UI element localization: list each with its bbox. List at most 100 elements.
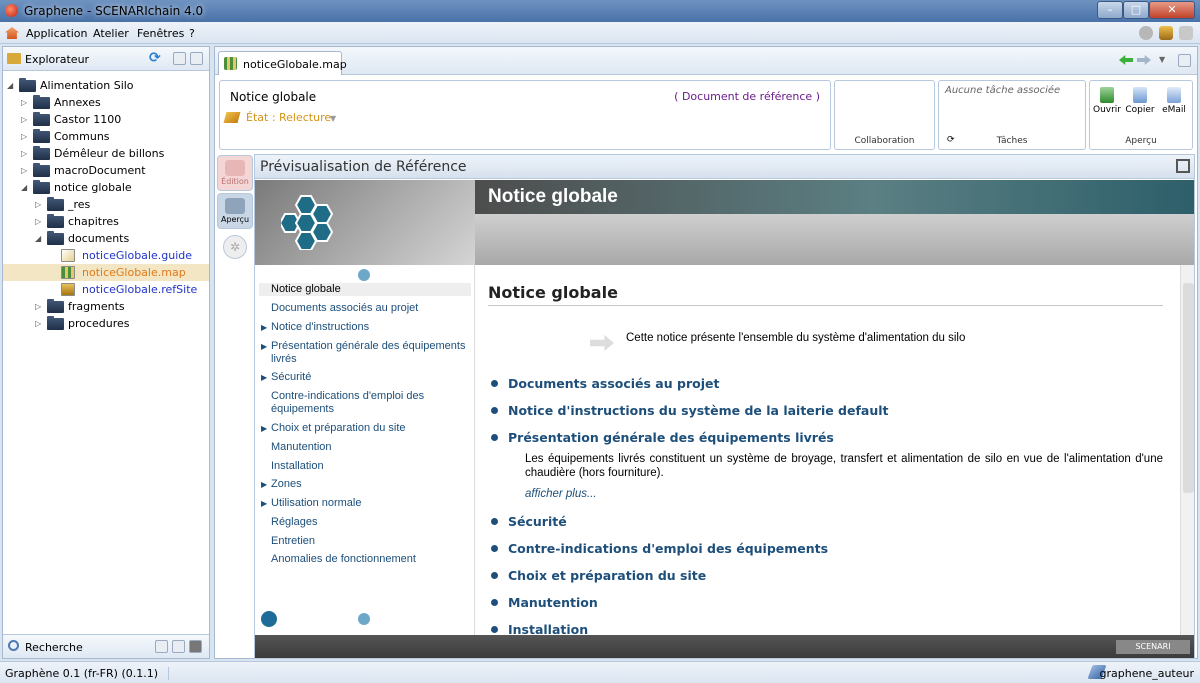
maximize-panel-icon[interactable] [190, 52, 203, 65]
toc-item[interactable]: ▶ Zones [261, 478, 467, 491]
collapsed-arrow-icon[interactable]: ▷ [21, 145, 31, 162]
state-dropdown[interactable]: État : Relecture [246, 111, 331, 124]
forward-arrow-icon[interactable] [1137, 55, 1151, 65]
content-area: Notice globale Cette notice présente l'e… [475, 265, 1180, 635]
menu-application[interactable]: Application [26, 27, 87, 40]
toc-item[interactable]: Réglages [271, 516, 467, 529]
maximize-search-icon[interactable] [172, 640, 185, 653]
reference-document-link[interactable]: ( Document de référence ) [674, 90, 820, 103]
book-icon[interactable] [1159, 26, 1173, 40]
minimize-button[interactable]: – [1097, 1, 1123, 19]
content-section-link[interactable]: Manutention [491, 595, 598, 610]
toc-item[interactable]: Entretien [271, 535, 467, 548]
collapsed-arrow-icon[interactable]: ▷ [21, 128, 31, 145]
restore-panel-icon[interactable] [155, 640, 168, 653]
tree-item[interactable]: ▷ Annexes [3, 94, 209, 111]
content-section-link[interactable]: Sécurité [491, 514, 567, 529]
tree-item[interactable]: ◢ documents [3, 230, 209, 247]
tree-item[interactable]: ▷ Castor 1100 [3, 111, 209, 128]
open-button[interactable]: Ouvrir [1090, 87, 1124, 115]
tree-item[interactable]: ▷ macroDocument [3, 162, 209, 179]
show-more-link[interactable]: afficher plus... [525, 488, 597, 500]
expanded-arrow-icon[interactable]: ◢ [35, 230, 45, 247]
settings-icon[interactable] [1139, 26, 1153, 40]
back-arrow-icon[interactable] [1119, 55, 1133, 65]
collapsed-arrow-icon[interactable]: ▷ [35, 213, 45, 230]
toc-item[interactable]: ▶ Notice d'instructions [261, 321, 467, 334]
tree-item[interactable]: noticeGlobale.guide [3, 247, 209, 264]
toc-expand-icon[interactable]: ▶ [261, 340, 267, 353]
tree-item[interactable]: ▷ Communs [3, 128, 209, 145]
toc-item[interactable]: ▶ Utilisation normale [261, 497, 467, 510]
content-scrollbar[interactable] [1180, 265, 1194, 635]
tab-label: noticeGlobale.map [243, 58, 347, 71]
collapsed-arrow-icon[interactable]: ▷ [35, 196, 45, 213]
tree-item[interactable]: ▷ fragments [3, 298, 209, 315]
menu-atelier[interactable]: Atelier [93, 27, 129, 40]
collapsed-arrow-icon[interactable]: ▷ [35, 298, 45, 315]
maximize-button[interactable]: □ [1123, 1, 1149, 19]
content-section-link[interactable]: Contre-indications d'emploi des équipeme… [490, 541, 828, 556]
collapsed-arrow-icon[interactable]: ▷ [21, 111, 31, 128]
collapsed-arrow-icon[interactable]: ▷ [21, 94, 31, 111]
toc-expand-icon[interactable]: ▶ [261, 422, 267, 435]
edition-view-button[interactable]: Édition [217, 155, 253, 191]
tree-item[interactable]: ◢ notice globale [3, 179, 209, 196]
tree-item[interactable]: ▷ chapitres [3, 213, 209, 230]
menu-help[interactable]: ? [189, 27, 195, 40]
toc-expand-icon[interactable]: ▶ [261, 497, 267, 510]
toc-item[interactable]: Installation [271, 460, 467, 473]
content-section-link[interactable]: Notice d'instructions du système de la l… [491, 403, 889, 418]
toc-item[interactable]: Manutention [271, 441, 467, 454]
apercu-view-button[interactable]: Aperçu [217, 193, 253, 229]
maximize-preview-icon[interactable] [1176, 159, 1190, 173]
close-button[interactable]: ✕ [1149, 1, 1195, 19]
toc-item[interactable]: ▶ Choix et préparation du site [261, 422, 467, 435]
home-icon[interactable] [5, 27, 19, 39]
scrollbar-thumb[interactable] [1183, 283, 1194, 493]
search-title[interactable]: Recherche [25, 641, 83, 654]
toc-item[interactable]: ▶ Sécurité [261, 371, 467, 384]
toc-expand-icon[interactable]: ▶ [261, 321, 267, 334]
tab-notice-map[interactable]: noticeGlobale.map [218, 51, 347, 75]
tab-menu-icon[interactable]: ▼ [1159, 55, 1165, 64]
minimize-panel-icon[interactable] [173, 52, 186, 65]
content-section-link[interactable]: Installation [490, 622, 588, 635]
content-section-link[interactable]: Documents associés au projet [490, 376, 719, 391]
toc-expand-icon[interactable]: ▶ [261, 478, 267, 491]
toc-item[interactable]: Notice globale [259, 283, 471, 296]
menu-fenetres[interactable]: Fenêtres [137, 27, 184, 40]
collapsed-arrow-icon[interactable]: ▷ [21, 162, 31, 179]
toc-item[interactable]: ▶ Présentation générale des équipements l… [261, 340, 467, 366]
task-refresh-icon[interactable]: ⟳ [947, 135, 955, 145]
collapsed-arrow-icon[interactable]: ▷ [35, 315, 45, 332]
tree-item[interactable]: ▷ Démêleur de billons [3, 145, 209, 162]
preview-panel: Prévisualisation de Référence Notice glo… [254, 154, 1195, 659]
close-search-icon[interactable] [189, 640, 202, 653]
toc-expand-icon[interactable]: ▶ [261, 371, 267, 384]
tree-item[interactable]: noticeGlobale.map [3, 264, 209, 281]
expanded-arrow-icon[interactable]: ◢ [21, 179, 31, 196]
toc-up-icon[interactable] [358, 269, 370, 281]
toc-item[interactable]: Contre-indications d'emploi des équipeme… [271, 390, 467, 416]
graphene-logo [281, 195, 334, 250]
tree-item[interactable]: ◢ Alimentation Silo [3, 77, 209, 94]
tree-item[interactable]: noticeGlobale.refSite [3, 281, 209, 298]
logo-area [255, 180, 475, 265]
expanded-arrow-icon[interactable]: ◢ [7, 77, 17, 94]
email-button[interactable]: eMail [1157, 87, 1191, 115]
previous-page-icon[interactable] [261, 611, 277, 627]
maximize-editor-icon[interactable] [1178, 54, 1191, 67]
refresh-icon[interactable]: ⟳ [149, 51, 163, 65]
copy-button[interactable]: Copier [1123, 87, 1157, 115]
content-section-link[interactable]: Présentation générale des équipements li… [491, 430, 834, 445]
tree-item[interactable]: ▷ procedures [3, 315, 209, 332]
users-icon[interactable] [1179, 26, 1193, 40]
toc-down-icon[interactable] [358, 613, 370, 625]
settings-view-button[interactable]: ✲ [223, 235, 247, 259]
content-section-link[interactable]: Choix et préparation du site [490, 568, 706, 583]
chevron-down-icon[interactable]: ▼ [330, 114, 336, 123]
tree-item[interactable]: ▷ _res [3, 196, 209, 213]
toc-item[interactable]: Documents associés au projet [271, 302, 467, 315]
toc-item[interactable]: Anomalies de fonctionnement [271, 553, 467, 566]
